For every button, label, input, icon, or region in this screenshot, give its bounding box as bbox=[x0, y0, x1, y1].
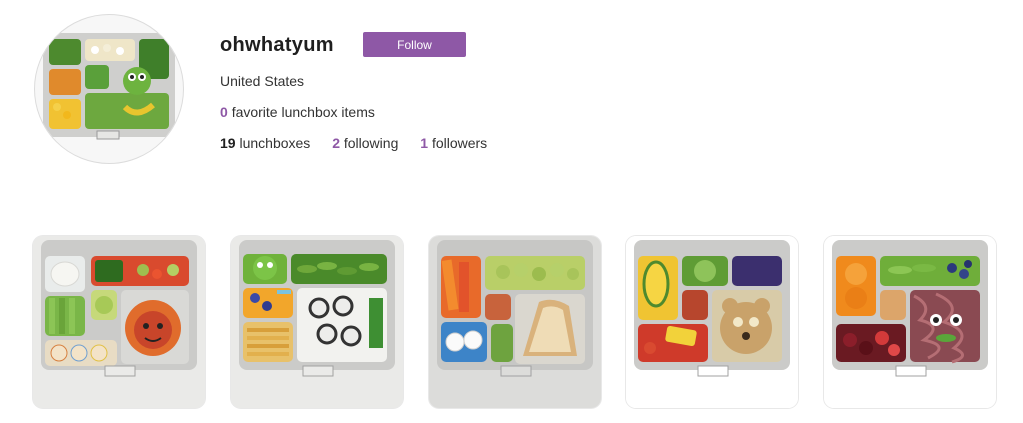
following-stat[interactable]: 2 following bbox=[332, 135, 398, 151]
followers-label: followers bbox=[431, 135, 488, 151]
profile-avatar[interactable] bbox=[34, 14, 184, 164]
lunchbox-card[interactable] bbox=[429, 236, 601, 408]
lunchbox-card[interactable] bbox=[231, 236, 403, 408]
profile-country: United States bbox=[220, 73, 305, 89]
follow-button[interactable]: Follow bbox=[363, 32, 466, 57]
lunchboxes-label: lunchboxes bbox=[239, 135, 311, 151]
lunchbox-thumbnail bbox=[231, 236, 403, 408]
following-label: following bbox=[343, 135, 399, 151]
avatar-lunchbox-image bbox=[43, 33, 175, 140]
favorites-count: 0 bbox=[220, 104, 228, 120]
lunchbox-thumbnail bbox=[824, 236, 996, 408]
following-count: 2 bbox=[332, 135, 340, 151]
lunchbox-card[interactable] bbox=[824, 236, 996, 408]
lunchbox-thumbnail bbox=[626, 236, 798, 408]
lunchbox-thumbnail bbox=[429, 236, 601, 408]
favorites-stat[interactable]: 0 favorite lunchbox items bbox=[220, 104, 375, 120]
favorites-label: favorite lunchbox items bbox=[231, 104, 375, 120]
followers-stat[interactable]: 1 followers bbox=[420, 135, 487, 151]
lunchbox-card[interactable] bbox=[626, 236, 798, 408]
lunchbox-card[interactable] bbox=[33, 236, 205, 408]
profile-stats: 19 lunchboxes 2 following 1 followers bbox=[220, 135, 505, 151]
lunchbox-thumbnail bbox=[33, 236, 205, 408]
lunchboxes-count: 19 bbox=[220, 135, 236, 151]
profile-username: ohwhatyum bbox=[220, 34, 334, 56]
followers-count: 1 bbox=[420, 135, 429, 151]
lunchboxes-stat[interactable]: 19 lunchboxes bbox=[220, 135, 310, 151]
